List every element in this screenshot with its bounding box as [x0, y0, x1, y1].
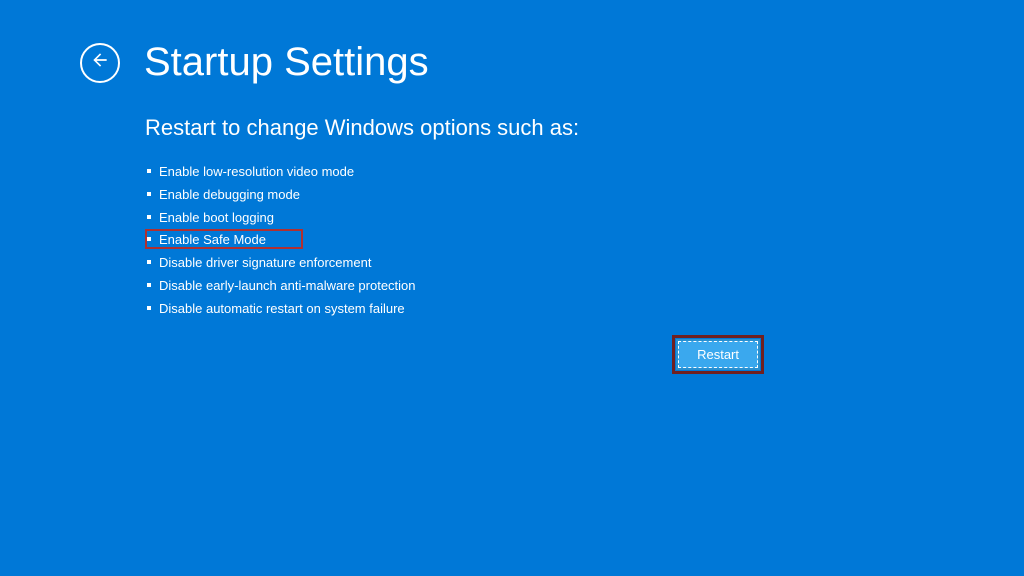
list-item: Enable low-resolution video mode [145, 161, 1024, 184]
back-button[interactable] [80, 43, 120, 83]
list-item-safe-mode: Enable Safe Mode [145, 229, 1024, 252]
list-item: Disable automatic restart on system fail… [145, 298, 1024, 321]
arrow-left-icon [90, 50, 110, 75]
list-item: Disable early-launch anti-malware protec… [145, 275, 1024, 298]
list-item: Disable driver signature enforcement [145, 252, 1024, 275]
page-title: Startup Settings [144, 40, 429, 85]
restart-button-highlight: Restart [672, 335, 764, 374]
list-item: Enable debugging mode [145, 184, 1024, 207]
list-item: Enable boot logging [145, 207, 1024, 230]
options-list: Enable low-resolution video mode Enable … [145, 161, 1024, 321]
restart-button[interactable]: Restart [678, 341, 758, 368]
subtitle-text: Restart to change Windows options such a… [145, 115, 1024, 141]
